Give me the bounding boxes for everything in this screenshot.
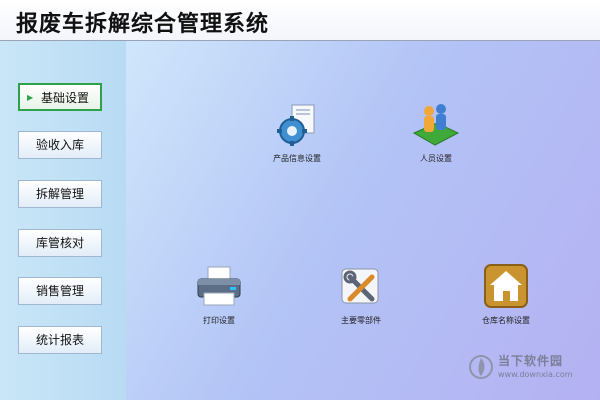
tile-personnel[interactable]: 人员设置 xyxy=(391,101,481,164)
tile-label: 产品信息设置 xyxy=(273,154,321,163)
sidebar-item-dismantling[interactable]: 拆解管理 xyxy=(18,180,102,208)
gear-document-icon xyxy=(277,104,315,146)
sidebar-item-inventory-check[interactable]: 库管核对 xyxy=(18,229,102,257)
printer-icon xyxy=(197,266,241,306)
sidebar-item-label: 拆解管理 xyxy=(35,187,84,201)
sidebar-item-label: 验收入库 xyxy=(35,138,84,152)
tile-product-info[interactable]: 产品信息设置 xyxy=(252,101,342,164)
tile-label: 主要零部件 xyxy=(341,316,381,325)
sidebar-item-reports[interactable]: 统计报表 xyxy=(18,326,102,354)
tools-icon xyxy=(341,268,379,304)
main-content: 产品信息设置 人员设置 打印设置 主要零部件 仓库名称设置 当下软件园 www.… xyxy=(126,41,600,400)
sidebar-item-label: 销售管理 xyxy=(35,284,84,298)
sidebar-item-label: 库管核对 xyxy=(35,236,84,250)
tile-label: 打印设置 xyxy=(203,316,235,325)
sidebar-item-receiving[interactable]: 验收入库 xyxy=(18,131,102,159)
app-title: 报废车拆解综合管理系统 xyxy=(16,12,270,37)
tile-label: 人员设置 xyxy=(420,154,452,163)
arrow-right-icon: ▶ xyxy=(27,93,34,102)
tile-label: 仓库名称设置 xyxy=(482,316,530,325)
sidebar-item-basic-settings[interactable]: ▶ 基础设置 xyxy=(18,83,102,111)
tile-warehouse-name[interactable]: 仓库名称设置 xyxy=(461,263,551,326)
sidebar-item-label: 统计报表 xyxy=(35,333,84,347)
sidebar-item-sales[interactable]: 销售管理 xyxy=(18,277,102,305)
watermark-logo-icon xyxy=(469,355,493,379)
tile-print[interactable]: 打印设置 xyxy=(174,263,264,326)
watermark: 当下软件园 www.downxia.com xyxy=(468,350,588,386)
watermark-text: 当下软件园 xyxy=(498,354,564,368)
sidebar-item-label: 基础设置 xyxy=(40,91,89,105)
tile-main-parts[interactable]: 主要零部件 xyxy=(316,263,406,326)
watermark-url: www.downxia.com xyxy=(498,370,573,379)
warehouse-home-icon xyxy=(484,264,528,308)
sidebar: ▶ 基础设置 验收入库 拆解管理 库管核对 销售管理 统计报表 xyxy=(0,41,126,400)
title-bar: 报废车拆解综合管理系统 xyxy=(0,0,600,41)
people-icon xyxy=(412,104,460,146)
